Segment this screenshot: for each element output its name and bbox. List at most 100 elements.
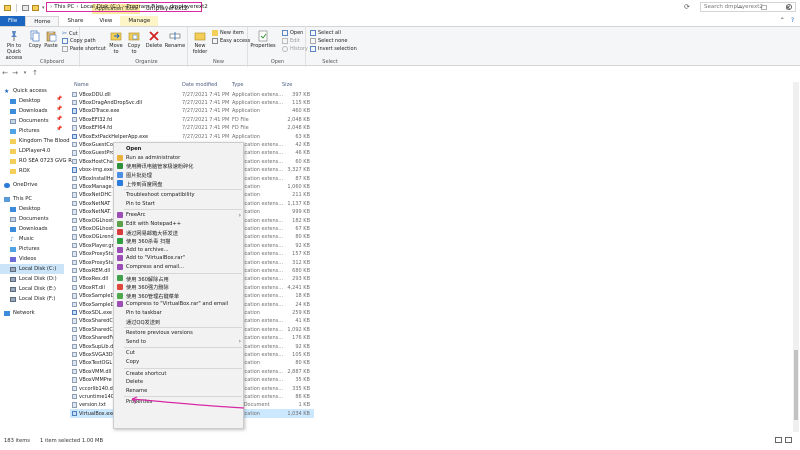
paste-shortcut-button[interactable]: Paste shortcut (62, 46, 106, 52)
address-bar[interactable]: › This PC › Local Disk (C:) › Program Fi… (46, 2, 208, 12)
nav-pc-music[interactable]: ♪ Music (10, 234, 34, 244)
move-to-button[interactable]: Move to (108, 30, 124, 55)
easy-access-button[interactable]: Easy access (212, 38, 250, 44)
scrollbar-thumb[interactable] (794, 350, 798, 420)
menu-item-360[interactable]: 使用 360杀毒 扫描 (114, 237, 245, 245)
nav-local-disk-c[interactable]: Local Disk (C:) (0, 264, 64, 274)
nav-folder-kingdom[interactable]: Kingdom The Blood (10, 136, 70, 146)
pin-quick-access-button[interactable]: Pin to Quick access (2, 30, 26, 61)
copy-path-button[interactable]: Copy path (62, 38, 96, 44)
column-type-header[interactable]: Type (232, 82, 243, 88)
tab-manage[interactable]: Manage (120, 16, 159, 26)
delete-button[interactable]: Delete (146, 30, 162, 49)
new-folder-icon[interactable] (32, 5, 39, 11)
menu-item-open[interactable]: Open (114, 145, 245, 153)
nav-pc-downloads[interactable]: Downloads (10, 224, 48, 234)
tab-home[interactable]: Home (25, 16, 60, 26)
nav-local-disk-e[interactable]: Local Disk (E:) (10, 284, 56, 294)
nav-this-pc[interactable]: This PC (4, 194, 32, 204)
select-none-button[interactable]: Select none (310, 38, 348, 44)
paste-button[interactable]: Paste (44, 30, 58, 49)
pin-icon[interactable]: 📌 (56, 126, 62, 132)
select-all-button[interactable]: Select all (310, 30, 341, 36)
history-button[interactable]: History (282, 46, 308, 52)
breadcrumb-local-disk[interactable]: Local Disk (C:) (81, 4, 121, 10)
nav-onedrive[interactable]: OneDrive (4, 180, 37, 190)
column-size-header[interactable]: Size (282, 82, 292, 88)
menu-item-freearc[interactable]: FreeArc › (114, 211, 245, 219)
search-input[interactable]: Search dmplayerext2 (700, 2, 796, 12)
properties-button[interactable]: Properties (250, 30, 276, 49)
menu-item-item-4[interactable]: 上传到百度网盘 (114, 179, 245, 188)
menu-item-rename[interactable]: Rename (114, 387, 245, 395)
tab-file[interactable]: File (0, 16, 26, 26)
nav-local-disk-d[interactable]: Local Disk (D:) (10, 274, 57, 284)
nav-pc-desktop[interactable]: Desktop (10, 204, 40, 214)
menu-item-add-to-virtualbox-rar[interactable]: Add to "VirtualBox.rar" (114, 254, 245, 262)
menu-item-360[interactable]: 使用 360管理右键菜单 (114, 292, 245, 300)
pin-icon[interactable]: 📌 (56, 116, 62, 122)
tab-view[interactable]: View (91, 16, 120, 26)
tab-share[interactable]: Share (59, 16, 91, 26)
menu-item-delete[interactable]: Delete (114, 378, 245, 386)
menu-item-item-9[interactable]: 通过网易邮箱大师发送 (114, 228, 245, 237)
copy-to-button[interactable]: Copy to (126, 30, 142, 55)
nav-network[interactable]: Network (4, 308, 35, 318)
open-button[interactable]: Open (282, 30, 303, 36)
breadcrumb-current-folder[interactable]: dmplayerext2 (170, 4, 208, 10)
menu-item-compress-to-virtualbox-rar-and-email[interactable]: Compress to "VirtualBox.rar" and email (114, 300, 245, 308)
nav-local-disk-f[interactable]: Local Disk (F:) (10, 294, 55, 304)
file-row[interactable]: VBoxDDU.dll 7/27/2021 7:41 PM Application … (70, 90, 314, 98)
copy-button[interactable]: Copy (28, 30, 42, 49)
menu-item-add-to-archive[interactable]: Add to archive... (114, 246, 245, 254)
menu-item-qq[interactable]: 通过QQ发送到 (114, 317, 245, 326)
breadcrumb-program-files[interactable]: Program Files (126, 4, 163, 10)
menu-item-item-3[interactable]: 图片批处理 (114, 171, 245, 179)
file-row[interactable]: VBoxExtPackHelperApp.exe 7/27/2021 7:41 P… (70, 132, 314, 140)
nav-pictures[interactable]: Pictures (10, 126, 40, 136)
back-icon[interactable]: ← (0, 69, 10, 77)
file-row[interactable]: VBoxDragAndDropSvc.dll 7/27/2021 7:41 PM A… (70, 98, 314, 106)
nav-folder-rox[interactable]: ROX (10, 166, 30, 176)
menu-item-cut[interactable]: Cut (114, 349, 245, 357)
properties-icon[interactable] (22, 5, 29, 11)
pin-icon[interactable]: 📌 (56, 96, 62, 102)
nav-pc-videos[interactable]: Videos (10, 254, 36, 264)
column-date-header[interactable]: Date modified (182, 82, 217, 88)
menu-item-run-as-administrator[interactable]: Run as administrator (114, 154, 245, 162)
nav-desktop[interactable]: Desktop (10, 96, 40, 106)
pin-icon[interactable]: 📌 (56, 106, 62, 112)
nav-quick-access[interactable]: ★ Quick access (4, 86, 47, 96)
menu-item-compress-and-email[interactable]: Compress and email... (114, 263, 245, 271)
menu-item-restore-previous-versions[interactable]: Restore previous versions (114, 329, 245, 337)
customize-toolbar-icon[interactable]: ▾ (42, 5, 45, 11)
file-row[interactable]: VBoxEFI32.fd 7/27/2021 7:41 PM FD File 2,04… (70, 115, 314, 123)
nav-pc-documents[interactable]: Documents (10, 214, 49, 224)
menu-item-item-2[interactable]: 使用腾讯电脑管家极速粉碎化 (114, 162, 245, 170)
details-view-icon[interactable] (775, 437, 782, 443)
menu-item-troubleshoot-compatibility[interactable]: Troubleshoot compatibility (114, 191, 245, 199)
forward-icon[interactable]: → (10, 69, 20, 77)
collapse-ribbon-icon[interactable]: ⌃ (780, 17, 785, 24)
rename-button[interactable]: Rename (165, 30, 185, 49)
nav-folder-ro-sea[interactable]: RO SEA 0723 GVG R (10, 156, 72, 166)
new-folder-button[interactable]: New folder (192, 30, 208, 55)
refresh-icon[interactable]: ⟳ (684, 3, 690, 11)
menu-item-pin-to-taskbar[interactable]: Pin to taskbar (114, 309, 245, 317)
menu-item-send-to[interactable]: Send to › (114, 338, 245, 346)
nav-documents[interactable]: Documents (10, 116, 49, 126)
help-icon[interactable]: ? (791, 17, 794, 24)
menu-item-360[interactable]: 使用 360解除占用 (114, 274, 245, 283)
breadcrumb-this-pc[interactable]: This PC (54, 4, 74, 10)
invert-selection-button[interactable]: Invert selection (310, 46, 357, 52)
menu-item-create-shortcut[interactable]: Create shortcut (114, 369, 245, 377)
menu-item-edit-with-notepad[interactable]: Edit with Notepad++ (114, 220, 245, 228)
up-icon[interactable]: ↑ (30, 69, 40, 77)
file-row[interactable]: VBoxEFI64.fd 7/27/2021 7:41 PM FD File 2,04… (70, 124, 314, 132)
nav-downloads[interactable]: Downloads (10, 106, 48, 116)
new-item-button[interactable]: New item (212, 30, 244, 36)
nav-pc-pictures[interactable]: Pictures (10, 244, 40, 254)
nav-folder-ldplayer[interactable]: LDPlayer4.0 (10, 146, 50, 156)
column-name-header[interactable]: Name (74, 82, 89, 88)
vertical-scrollbar[interactable] (793, 82, 799, 432)
